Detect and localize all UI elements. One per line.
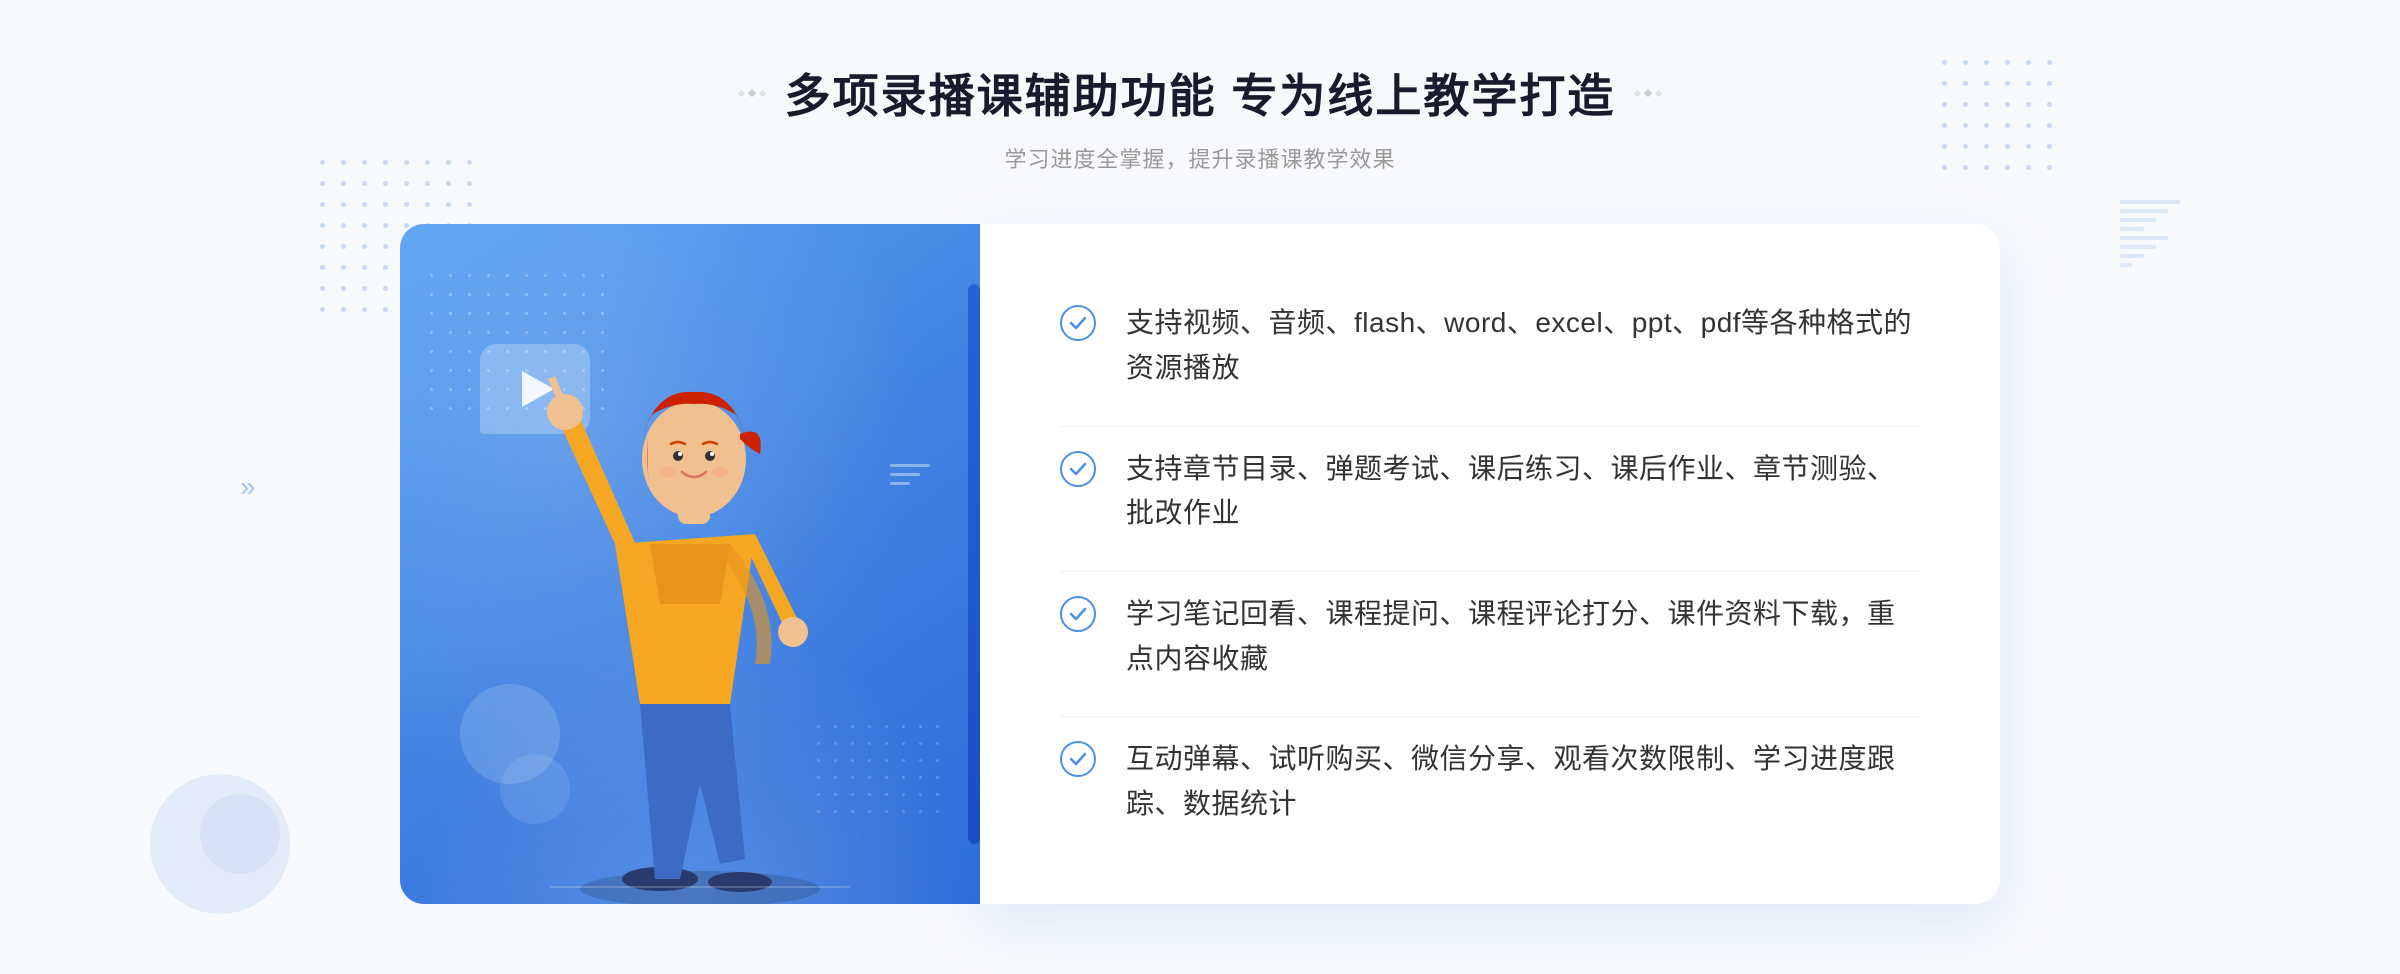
person-illustration [400,224,980,904]
page-container: (function() { var el = document.querySel… [0,0,2400,974]
right-decorator [1635,90,1661,96]
dot-pattern-right: (function() { var el = document.querySel… [1942,60,2060,178]
content-area: 支持视频、音频、flash、word、excel、ppt、pdf等各种格式的资源… [400,224,2000,904]
stripe-1 [2120,200,2180,204]
page-subtitle: 学习进度全掌握，提升录播课教学效果 [739,142,1662,174]
page-title: 多项录播课辅助功能 专为线上教学打造 [785,60,1616,126]
stripe-7 [2120,254,2144,258]
feature-text-4: 互动弹幕、试听购买、微信分享、观看次数限制、学习进度跟踪、数据统计 [1126,737,1920,827]
check-icon-4 [1060,741,1096,777]
left-arrow-decoration: » [240,471,256,503]
title-row: 多项录播课辅助功能 专为线上教学打造 [739,60,1662,126]
chevron-icon: » [240,471,256,503]
features-card: 支持视频、音频、flash、word、excel、ppt、pdf等各种格式的资源… [980,224,2000,904]
stripe-3 [2120,218,2156,222]
check-icon-1 [1060,305,1096,341]
stripe-6 [2120,245,2156,249]
feature-text-2: 支持章节目录、弹题考试、课后练习、课后作业、章节测验、批改作业 [1126,447,1920,537]
feature-text-1: 支持视频、音频、flash、word、excel、ppt、pdf等各种格式的资源… [1126,301,1920,391]
feature-item-4: 互动弹幕、试听购买、微信分享、观看次数限制、学习进度跟踪、数据统计 [1060,716,1920,847]
feature-item-2: 支持章节目录、弹题考试、课后练习、课后作业、章节测验、批改作业 [1060,426,1920,557]
check-icon-3 [1060,596,1096,632]
feature-item-3: 学习笔记回看、课程提问、课程评论打分、课件资料下载，重点内容收藏 [1060,571,1920,702]
stripe-8 [2120,263,2132,267]
illustration-card [400,224,980,904]
stripe-5 [2120,236,2168,240]
check-icon-2 [1060,451,1096,487]
left-decorator [739,90,765,96]
header-section: 多项录播课辅助功能 专为线上教学打造 学习进度全掌握，提升录播课教学效果 [739,60,1662,174]
stripe-2 [2120,209,2168,213]
feature-item-1: 支持视频、音频、flash、word、excel、ppt、pdf等各种格式的资源… [1060,281,1920,411]
bottom-circle-decoration-2 [200,794,280,874]
right-stripes-decoration [2120,200,2180,267]
feature-text-3: 学习笔记回看、课程提问、课程评论打分、课件资料下载，重点内容收藏 [1126,592,1920,682]
stripe-4 [2120,227,2144,231]
